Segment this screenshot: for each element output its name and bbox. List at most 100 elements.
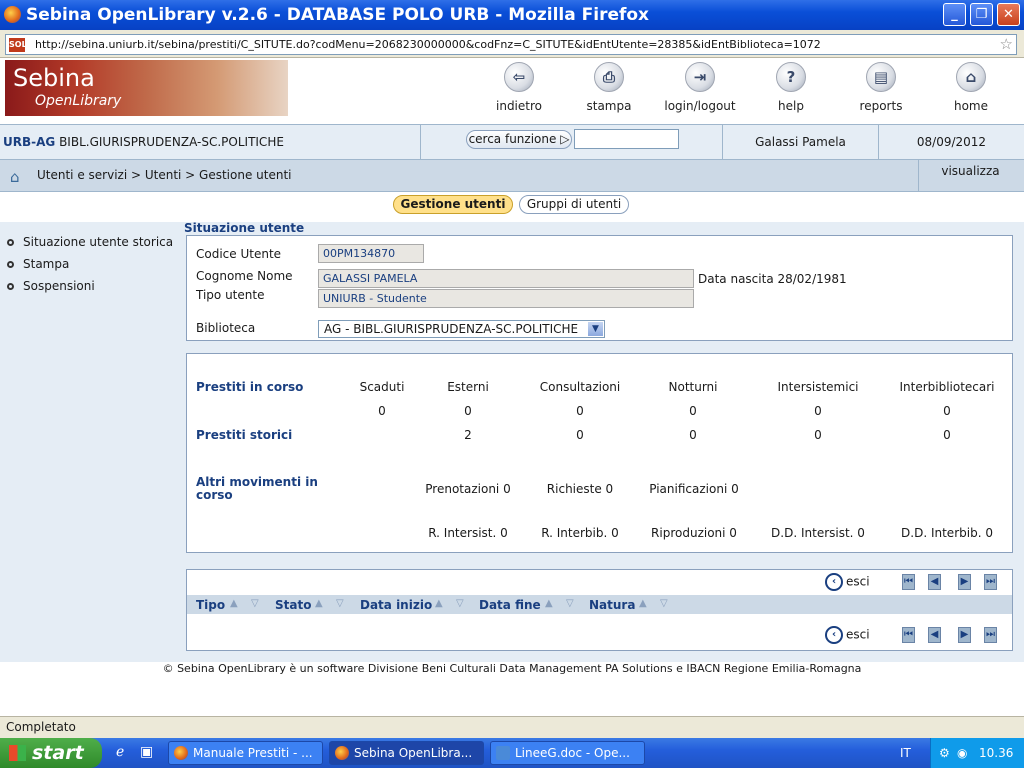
storici-value: 2	[464, 428, 472, 442]
storici-value: 0	[576, 428, 584, 442]
toolbar-reports[interactable]: ▤ reports	[836, 62, 926, 113]
esci-button-top[interactable]: ‹ esci	[825, 573, 870, 591]
back-icon: ⇦	[504, 62, 534, 92]
bullet-icon	[7, 261, 14, 268]
task-label: LineeG.doc - Ope...	[515, 746, 630, 760]
next-page-button[interactable]: ▶	[958, 627, 971, 643]
desktop-quicklaunch-icon[interactable]: ▣	[140, 744, 153, 760]
first-page-button[interactable]: ⏮	[902, 627, 915, 643]
minimize-button[interactable]: _	[943, 3, 966, 26]
breadcrumb-home-icon[interactable]: ⌂	[10, 168, 20, 186]
r-interbib: R. Interbib. 0	[541, 526, 619, 540]
language-indicator[interactable]: IT	[900, 746, 911, 760]
in-corso-value: 0	[464, 404, 472, 418]
esci-label: esci	[846, 574, 870, 589]
biblioteca-select[interactable]: AG - BIBL.GIURISPRUDENZA-SC.POLITICHE ▼	[318, 320, 605, 338]
home-icon: ⌂	[956, 62, 986, 92]
ie-quicklaunch-icon[interactable]: ℯ	[116, 744, 124, 760]
task-sebina[interactable]: Sebina OpenLibra...	[329, 741, 484, 765]
biblioteca-label: Biblioteca	[196, 321, 256, 335]
toolbar-back[interactable]: ⇦ indietro	[474, 62, 564, 113]
next-page-button[interactable]: ▶	[958, 574, 971, 590]
breadcrumb-bar: ⌂ Utenti e servizi > Utenti > Gestione u…	[0, 160, 1024, 192]
col-header: Intersistemici	[777, 380, 859, 394]
firefox-icon	[335, 746, 349, 760]
task-lineeg[interactable]: LineeG.doc - Ope...	[490, 741, 645, 765]
sort-down-icon[interactable]: ▽	[336, 598, 344, 609]
tray-audio-icon[interactable]: ◉	[957, 738, 967, 768]
sort-down-icon[interactable]: ▽	[456, 598, 464, 609]
logo-line1: Sebina	[13, 64, 95, 92]
status-bar: Completato	[0, 716, 1024, 738]
start-button[interactable]: start	[0, 738, 102, 768]
col-data-fine[interactable]: Data fine	[479, 598, 541, 612]
url-text[interactable]: http://sebina.uniurb.it/sebina/prestiti/…	[35, 35, 821, 54]
data-nascita: Data nascita 28/02/1981	[698, 272, 847, 286]
col-header: Scaduti	[359, 380, 405, 394]
current-date: 08/09/2012	[916, 135, 987, 149]
biblioteca-selected: AG - BIBL.GIURISPRUDENZA-SC.POLITICHE	[324, 322, 579, 336]
cerca-funzione-input[interactable]	[574, 129, 679, 149]
bookmark-star-icon[interactable]: ☆	[1000, 35, 1013, 54]
start-label: start	[32, 742, 84, 764]
tipo-utente-label: Tipo utente	[196, 288, 265, 302]
tab-gestione-utenti[interactable]: Gestione utenti	[393, 195, 513, 214]
riproduzioni: Riproduzioni 0	[651, 526, 737, 540]
col-tipo[interactable]: Tipo	[196, 598, 225, 612]
sort-up-icon[interactable]: ▲	[639, 598, 647, 609]
sidebar-item-label: Situazione utente storica	[23, 235, 174, 249]
tray-network-icon[interactable]: ⚙	[939, 738, 950, 768]
sort-down-icon[interactable]: ▽	[660, 598, 668, 609]
col-header: Esterni	[447, 380, 489, 394]
task-manuale-prestiti[interactable]: Manuale Prestiti - ...	[168, 741, 323, 765]
library-code: URB-AG	[3, 135, 56, 149]
toolbar-login[interactable]: ⇥ login/logout	[655, 62, 745, 113]
prestiti-in-corso-label: Prestiti in corso	[196, 380, 304, 394]
sidebar-item-stampa[interactable]: Stampa	[7, 257, 69, 271]
library-name: BIBL.GIURISPRUDENZA-SC.POLITICHE	[59, 135, 284, 149]
sort-up-icon[interactable]: ▲	[545, 598, 553, 609]
col-header: Interbibliotecari	[899, 380, 995, 394]
col-natura[interactable]: Natura	[589, 598, 635, 612]
in-corso-value: 0	[378, 404, 386, 418]
prestiti-storici-label: Prestiti storici	[196, 428, 293, 442]
esci-label: esci	[846, 627, 870, 642]
sort-up-icon[interactable]: ▲	[230, 598, 238, 609]
pianificazioni: Pianificazioni 0	[649, 482, 739, 496]
tab-gruppi-utenti[interactable]: Gruppi di utenti	[519, 195, 629, 214]
section-title: Situazione utente	[184, 221, 305, 235]
esci-button-bottom[interactable]: ‹ esci	[825, 626, 870, 644]
prev-page-button[interactable]: ◀	[928, 574, 941, 590]
close-button[interactable]: ✕	[997, 3, 1020, 26]
sidebar-item-sospensioni[interactable]: Sospensioni	[7, 279, 95, 293]
maximize-button[interactable]: ❐	[970, 3, 993, 26]
sort-up-icon[interactable]: ▲	[435, 598, 443, 609]
sidebar-item-storica[interactable]: Situazione utente storica	[7, 235, 173, 249]
toolbar-help[interactable]: ? help	[746, 62, 836, 113]
visualizza-button[interactable]: visualizza	[918, 160, 1022, 191]
toolbar-print[interactable]: ⎙ stampa	[564, 62, 654, 113]
last-page-button[interactable]: ⏭	[984, 627, 997, 643]
first-page-button[interactable]: ⏮	[902, 574, 915, 590]
col-header: Consultazioni	[539, 380, 621, 394]
sort-down-icon[interactable]: ▽	[251, 598, 259, 609]
sort-down-icon[interactable]: ▽	[566, 598, 574, 609]
system-tray: ⚙ ◉ 10.36	[930, 738, 1024, 768]
logo-line2: OpenLibrary	[35, 93, 122, 109]
cerca-funzione-button[interactable]: cerca funzione ▷	[466, 130, 572, 149]
in-corso-value: 0	[689, 404, 697, 418]
prev-page-button[interactable]: ◀	[928, 627, 941, 643]
url-field[interactable]: SOL http://sebina.uniurb.it/sebina/prest…	[5, 34, 1017, 55]
sort-up-icon[interactable]: ▲	[315, 598, 323, 609]
col-stato[interactable]: Stato	[275, 598, 311, 612]
address-bar: SOL http://sebina.uniurb.it/sebina/prest…	[0, 30, 1024, 58]
toolbar-reports-label: reports	[859, 99, 903, 113]
col-header: Notturni	[668, 380, 718, 394]
toolbar-home[interactable]: ⌂ home	[926, 62, 1016, 113]
toolbar-back-label: indietro	[496, 99, 542, 113]
bullet-icon	[7, 283, 14, 290]
col-data-inizio[interactable]: Data inizio	[360, 598, 432, 612]
site-icon: SOL	[9, 38, 27, 52]
in-corso-value: 0	[576, 404, 584, 418]
last-page-button[interactable]: ⏭	[984, 574, 997, 590]
